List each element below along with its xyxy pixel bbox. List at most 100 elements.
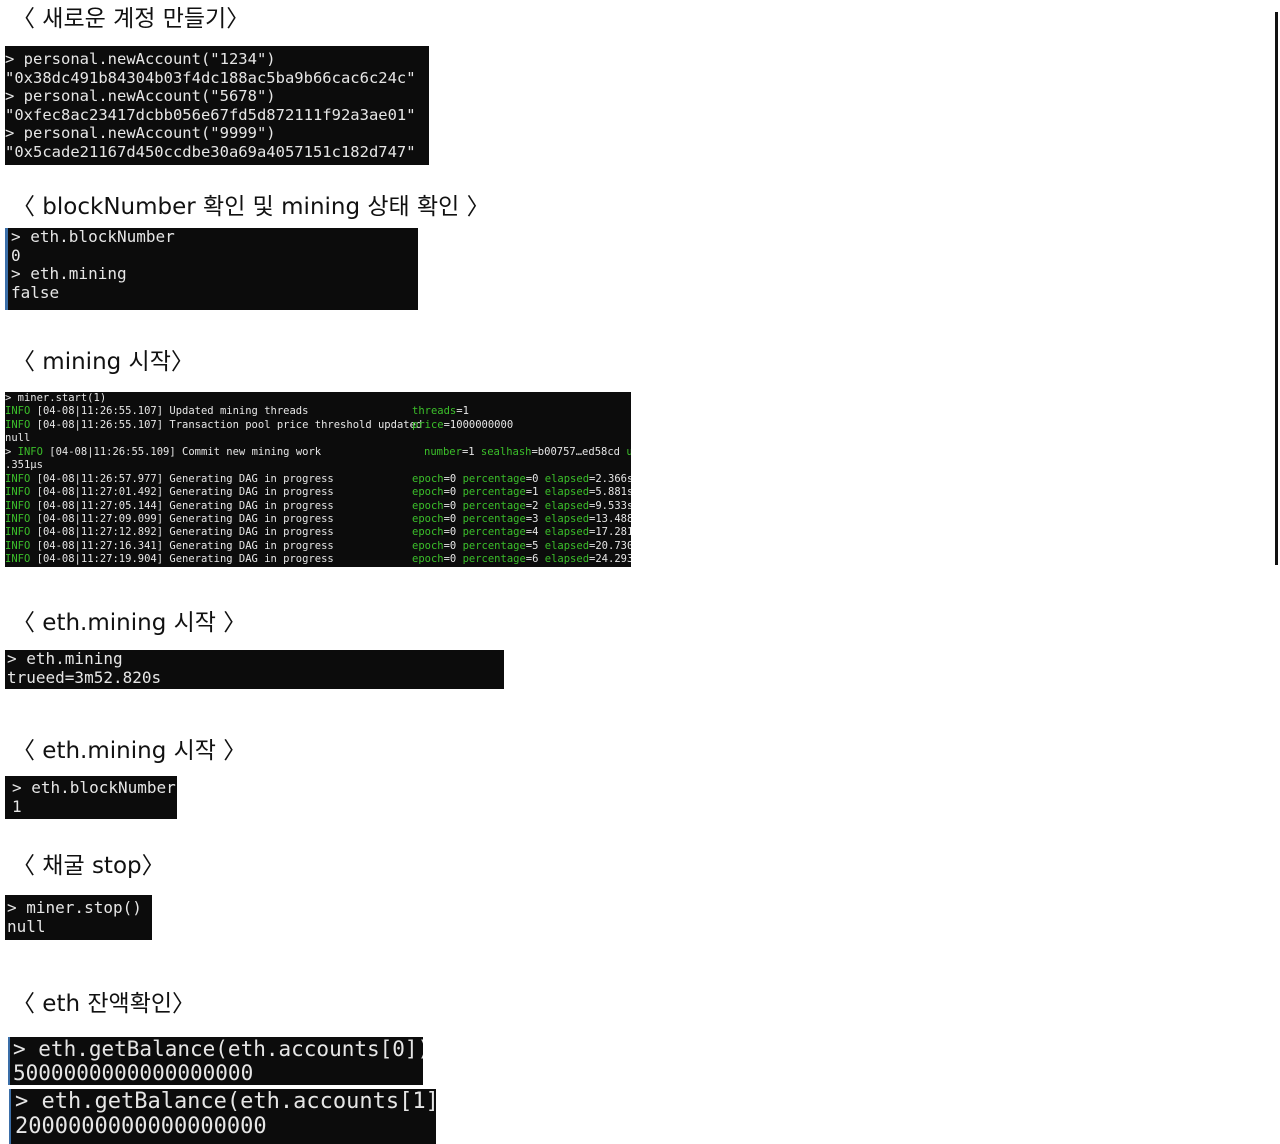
log-field: =2.366s — [589, 472, 631, 485]
log-row: INFO [04-08|11:27:16.341] Generating DAG… — [5, 540, 631, 553]
log-field: price — [412, 418, 444, 431]
log-row: INFO [04-08|11:26:55.107] Transaction po… — [5, 419, 631, 432]
terminal-line: > eth.getBalance(eth.accounts[1]) — [15, 1089, 436, 1114]
terminal-block-check: > eth.blockNumber 0 > eth.mining false — [5, 228, 418, 310]
scrollbar[interactable] — [1275, 12, 1278, 565]
log-segment: [04-08|11:26:55.107] Transaction pool pr… — [30, 418, 423, 431]
terminal-block-number: > eth.blockNumber 1 — [5, 776, 177, 819]
log-field: =0 — [443, 486, 463, 499]
heading-mining-stop: 〈 채굴 stop〉 — [12, 853, 165, 879]
log-row: null — [5, 432, 631, 445]
terminal-miner-stop: > miner.stop() null — [5, 895, 152, 940]
log-row: INFO [04-08|11:27:12.892] Generating DAG… — [5, 526, 631, 539]
log-row: INFO [04-08|11:27:01.492] Generating DAG… — [5, 486, 631, 499]
log-field: =0 — [443, 539, 463, 552]
log-field: elapsed — [544, 499, 590, 512]
terminal-line: "0x5cade21167d450ccdbe30a69a4057151c182d… — [5, 142, 416, 161]
terminal-line: 1 — [12, 796, 22, 816]
log-field: =0 — [443, 472, 463, 485]
log-field: =3 — [525, 512, 545, 525]
terminal-line: > personal.newAccount("1234") — [5, 50, 276, 68]
log-segment: [04-08|11:26:57.977] Generating DAG in p… — [30, 472, 334, 485]
terminal-balance-0: > eth.getBalance(eth.accounts[0]) 5000000… — [8, 1037, 423, 1085]
terminal-line: > personal.newAccount("9999") — [5, 124, 276, 142]
log-segment: INFO — [5, 405, 31, 418]
log-field: elapsed — [544, 553, 590, 566]
log-field: =6 — [525, 553, 545, 566]
log-segment: [04-08|11:27:05.144] Generating DAG in p… — [30, 499, 334, 512]
log-row: INFO [04-08|11:26:57.977] Generating DAG… — [5, 473, 631, 486]
log-segment: INFO — [5, 486, 31, 499]
terminal-line: > eth.blockNumber — [12, 778, 176, 797]
log-field: epoch — [412, 472, 444, 485]
log-field: =13.488s — [589, 512, 631, 525]
terminal-miner-log: > miner.start(1) INFO [04-08|11:26:55.107… — [5, 392, 631, 567]
log-segment: [04-08|11:27:16.341] Generating DAG in p… — [30, 539, 334, 552]
log-row: INFO [04-08|11:27:09.099] Generating DAG… — [5, 513, 631, 526]
terminal-line: > eth.blockNumber — [11, 228, 175, 246]
heading-eth-mining-start: 〈 eth.mining 시작 〉 — [12, 610, 247, 636]
log-row: .351µs — [5, 459, 631, 472]
terminal-line: trueed=3m52.820s — [7, 667, 162, 687]
log-field: =1 — [456, 405, 469, 418]
log-field: =5 — [525, 539, 545, 552]
log-segment: [04-08|11:27:19.904] Generating DAG in p… — [30, 553, 334, 566]
log-field: =0 — [443, 553, 463, 566]
log-segment: INFO — [5, 418, 31, 431]
heading-block-check: 〈 blockNumber 확인 및 mining 상태 확인 〉 — [12, 194, 490, 220]
log-field: percentage — [462, 486, 526, 499]
log-field: percentage — [462, 539, 526, 552]
log-field: epoch — [412, 512, 444, 525]
terminal-line: > eth.getBalance(eth.accounts[0]) — [13, 1037, 423, 1061]
terminal-line: 2000000000000000000 — [15, 1114, 267, 1139]
terminal-create-accounts: > personal.newAccount("1234") "0x38dc491b… — [5, 46, 429, 165]
log-segment: [04-08|11:27:09.099] Generating DAG in p… — [30, 512, 334, 525]
log-field: =1 — [461, 445, 481, 458]
log-segment: .351µs — [5, 459, 43, 472]
log-field: =2 — [525, 499, 545, 512]
log-field: epoch — [412, 539, 444, 552]
heading-balance: 〈 eth 잔액확인〉 — [12, 991, 196, 1017]
log-row: INFO [04-08|11:27:05.144] Generating DAG… — [5, 500, 631, 513]
log-field: epoch — [412, 526, 444, 539]
terminal-line: "0x38dc491b84304b03f4dc188ac5ba9b66cac6c… — [5, 68, 416, 87]
log-segment: INFO — [5, 472, 31, 485]
log-field: =0 — [443, 526, 463, 539]
terminal-line: > eth.mining — [11, 264, 127, 283]
log-field: epoch — [412, 499, 444, 512]
terminal-eth-mining: > eth.mining trueed=3m52.820s — [5, 650, 504, 689]
log-segment: INFO — [5, 553, 31, 566]
log-field: =17.281s — [589, 526, 631, 539]
log-field: =5.881s — [589, 486, 631, 499]
log-field: sealhash — [480, 445, 532, 458]
log-field: =9.533s — [589, 499, 631, 512]
log-field: =24.293s — [589, 553, 631, 566]
log-row: INFO [04-08|11:27:19.904] Generating DAG… — [5, 553, 631, 566]
log-segment: [04-08|11:26:55.107] Updated mining thre… — [30, 405, 309, 418]
log-field: =1000000000 — [443, 418, 514, 431]
log-field: =0 — [525, 472, 545, 485]
terminal-line: false — [11, 282, 60, 302]
log-field: =4 — [525, 526, 545, 539]
log-field: elapsed — [544, 486, 590, 499]
heading-mining-start: 〈 mining 시작〉 — [12, 349, 194, 375]
log-segment: INFO — [17, 445, 43, 458]
terminal-line: > personal.newAccount("5678") — [5, 87, 276, 105]
heading-eth-mining-start-2: 〈 eth.mining 시작 〉 — [12, 738, 247, 764]
log-segment: INFO — [5, 539, 31, 552]
log-field: percentage — [462, 499, 526, 512]
heading-create-accounts: 〈 새로운 계정 만들기〉 — [12, 6, 250, 32]
terminal-line: 5000000000000000000 — [13, 1061, 254, 1085]
terminal-line: 0 — [11, 245, 21, 265]
log-field: epoch — [412, 553, 444, 566]
terminal-line: "0xfec8ac23417dcbb056e67fd5d872111f92a3a… — [5, 105, 416, 124]
log-field: elapsed — [544, 539, 590, 552]
log-segment: [04-08|11:27:01.492] Generating DAG in p… — [30, 486, 334, 499]
log-field: threads — [412, 405, 457, 418]
log-field: epoch — [412, 486, 444, 499]
log-field: =0 — [443, 512, 463, 525]
log-field: elapsed — [544, 472, 590, 485]
log-field: u — [626, 445, 631, 458]
log-segment: > miner.start(1) — [5, 392, 107, 404]
terminal-line: > miner.stop() — [7, 898, 142, 917]
